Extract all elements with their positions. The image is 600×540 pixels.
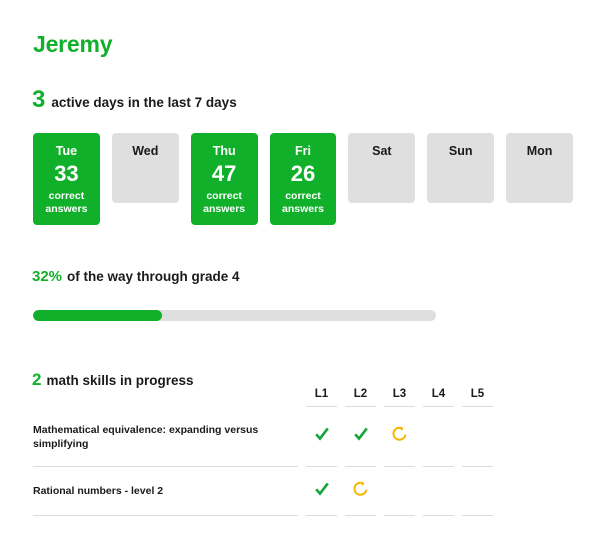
day-tile-caption: correct answers	[282, 190, 324, 216]
day-tile-fri: Fri 26 correct answers	[269, 133, 337, 225]
skills-table-gap	[415, 466, 423, 515]
skills-table-gap	[376, 388, 384, 407]
day-tile-thu: Thu 47 correct answers	[190, 133, 258, 225]
day-tile-caption-line2: answers	[281, 203, 325, 215]
skills-table-gap	[454, 407, 462, 467]
level-header-l2: L2	[345, 388, 376, 407]
grade-progress-bar	[33, 310, 436, 321]
weekly-activity-tiles: Tue 33 correct answers Wed Thu 47 correct answer…	[33, 133, 574, 233]
day-tile-label: Tue	[55, 144, 78, 158]
skill-name[interactable]: Mathematical equivalence: expanding vers…	[33, 406, 298, 467]
day-tile-count: 33	[54, 161, 79, 186]
skills-table-gap	[415, 407, 423, 467]
skills-table-gap	[376, 466, 384, 515]
skills-table-gap	[454, 388, 462, 407]
skills-table-gap	[337, 407, 345, 467]
day-tile-label: Thu	[212, 144, 236, 158]
day-tile-label: Fri	[295, 144, 311, 158]
level-status-mastered-check-icon	[345, 406, 376, 467]
day-tile-caption-line2: answers	[203, 203, 246, 215]
day-tile-caption-line2: answers	[45, 203, 88, 215]
skills-table-gap	[337, 388, 345, 407]
day-tile-caption-line1: correct	[285, 190, 321, 202]
day-tile-caption: correct answers	[203, 190, 245, 216]
day-tile-count: 47	[211, 161, 237, 186]
skills-table-gap	[376, 407, 384, 467]
progress-report-page: Jeremy 3 active days in the last 7 days …	[0, 0, 600, 540]
day-tile-mon: Mon	[506, 133, 574, 203]
grade-progress-summary: 32% of the way through grade 4	[32, 268, 240, 286]
level-status-mastered-check-icon	[306, 406, 337, 467]
day-tile-label: Sun	[448, 144, 473, 158]
level-status-in-progress-icon	[345, 466, 376, 516]
skill-name[interactable]: Rational numbers - level 2	[33, 466, 298, 516]
day-tile-label: Mon	[526, 144, 553, 158]
grade-progress-percent: 32%	[32, 268, 63, 285]
day-tile-label: Wed	[132, 144, 159, 158]
day-tile-caption-line1: correct	[206, 190, 242, 202]
page-title: Jeremy	[33, 31, 113, 57]
day-tile-caption: correct answers	[45, 190, 87, 216]
skills-table-body: Mathematical equivalence: expanding vers…	[33, 406, 493, 516]
level-header-l5: L5	[462, 388, 493, 407]
skills-table-gap	[298, 407, 306, 467]
level-status-in-progress-icon	[384, 406, 415, 467]
day-tile-sat: Sat	[348, 133, 416, 203]
skills-table: L1 L2 L3 L4 L5 Mathematical equivalence: exp…	[33, 388, 493, 516]
skills-table-gap	[337, 466, 345, 515]
level-status-mastered-check-icon	[306, 466, 337, 516]
skills-table-name-header	[33, 388, 298, 407]
check-icon	[314, 426, 330, 442]
grade-progress-label: of the way through grade 4	[67, 269, 240, 284]
level-status-empty	[384, 466, 415, 516]
skills-table-gap	[454, 466, 462, 515]
day-tile-wed: Wed	[111, 133, 179, 203]
skills-table-gap	[298, 466, 306, 515]
level-status-empty	[462, 406, 493, 467]
day-tile-count: 26	[290, 161, 316, 186]
level-status-empty	[423, 406, 454, 467]
level-header-l3: L3	[384, 388, 415, 407]
active-days-count: 3	[32, 86, 46, 113]
level-header-l4: L4	[423, 388, 454, 407]
check-icon	[353, 426, 369, 442]
level-header-l1: L1	[306, 388, 337, 407]
table-row: Mathematical equivalence: expanding vers…	[33, 406, 493, 467]
skills-table-gap	[415, 388, 423, 407]
skills-count: 2	[32, 370, 42, 389]
active-days-label: active days in the last 7 days	[51, 95, 237, 110]
active-days-summary: 3 active days in the last 7 days	[32, 88, 237, 112]
day-tile-sun: Sun	[427, 133, 495, 203]
day-tile-label: Sat	[372, 144, 392, 158]
grade-progress-bar-fill	[33, 310, 162, 321]
level-status-empty	[462, 466, 493, 516]
check-icon	[314, 481, 330, 497]
table-row: Rational numbers - level 2	[33, 466, 493, 516]
skills-table-gap	[298, 388, 306, 407]
day-tile-caption-line1: correct	[48, 190, 85, 202]
circular-arrow-icon	[392, 426, 408, 442]
skills-table-head: L1 L2 L3 L4 L5	[33, 388, 493, 407]
day-tile-tue: Tue 33 correct answers	[33, 133, 100, 225]
skills-table-header-row: L1 L2 L3 L4 L5	[33, 388, 493, 407]
level-status-empty	[423, 466, 454, 516]
circular-arrow-icon	[353, 481, 369, 497]
